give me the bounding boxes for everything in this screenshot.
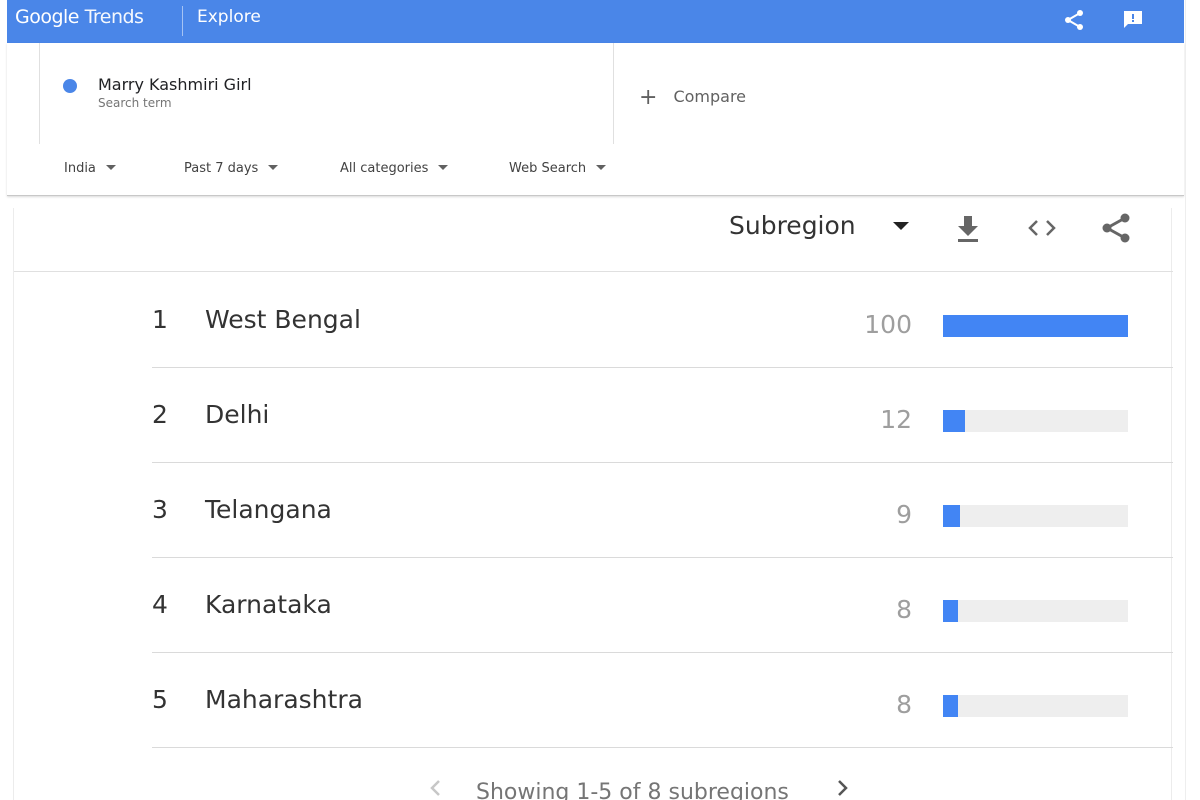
google-trends-logo[interactable]: Google Trends bbox=[15, 6, 144, 28]
time-filter-label: Past 7 days bbox=[184, 161, 259, 176]
compare-label: Compare bbox=[673, 87, 747, 106]
row-value: 12 bbox=[880, 405, 912, 434]
row-subregion-name[interactable]: Telangana bbox=[205, 495, 332, 524]
row-rank: 5 bbox=[152, 685, 168, 714]
pagination: Showing 1-5 of 8 subregions bbox=[14, 768, 1173, 800]
row-value: 100 bbox=[864, 310, 912, 339]
row-subregion-name[interactable]: Karnataka bbox=[205, 590, 332, 619]
time-filter[interactable]: Past 7 days bbox=[184, 161, 279, 176]
term-color-dot bbox=[63, 79, 77, 93]
row-value: 8 bbox=[896, 595, 912, 624]
chevron-right-icon[interactable] bbox=[830, 776, 854, 800]
logo-trends-text: Trends bbox=[84, 6, 144, 28]
share-icon[interactable] bbox=[1062, 8, 1086, 32]
resolution-dropdown[interactable]: Subregion bbox=[729, 211, 856, 240]
row-subregion-name[interactable]: Maharashtra bbox=[205, 685, 363, 714]
row-bar-track bbox=[943, 600, 1128, 622]
subregion-row[interactable]: 2 Delhi 12 bbox=[152, 368, 1173, 463]
row-bar-track bbox=[943, 315, 1128, 337]
feedback-icon[interactable] bbox=[1121, 8, 1145, 32]
row-bar-track bbox=[943, 695, 1128, 717]
row-value: 8 bbox=[896, 690, 912, 719]
search-panel: Marry Kashmiri Girl Search term + Compare… bbox=[7, 43, 1184, 196]
search-type-filter[interactable]: Web Search bbox=[509, 161, 607, 176]
caret-down-icon[interactable] bbox=[893, 222, 909, 230]
subregion-row[interactable]: 1 West Bengal 100 bbox=[152, 273, 1173, 368]
category-filter-label: All categories bbox=[340, 161, 429, 176]
search-term-text[interactable]: Marry Kashmiri Girl bbox=[98, 75, 252, 94]
caret-down-icon bbox=[438, 165, 449, 170]
card-header: Subregion bbox=[14, 208, 1173, 272]
search-type-filter-label: Web Search bbox=[509, 161, 587, 176]
top-app-bar: Google Trends Explore bbox=[7, 0, 1184, 43]
row-subregion-name[interactable]: West Bengal bbox=[205, 305, 361, 334]
row-bar-fill bbox=[943, 505, 960, 527]
caret-down-icon bbox=[105, 165, 116, 170]
subregion-row[interactable]: 4 Karnataka 8 bbox=[152, 558, 1173, 653]
filter-bar: India Past 7 days All categories Web Sea… bbox=[7, 161, 707, 181]
row-subregion-name[interactable]: Delhi bbox=[205, 400, 269, 429]
row-bar-fill bbox=[943, 315, 1128, 337]
row-rank: 2 bbox=[152, 400, 168, 429]
logo-google-text: Google bbox=[15, 6, 80, 28]
row-bar-track bbox=[943, 505, 1128, 527]
row-bar-fill bbox=[943, 410, 966, 432]
row-rank: 4 bbox=[152, 590, 168, 619]
location-filter-label: India bbox=[64, 161, 96, 176]
plus-icon: + bbox=[639, 85, 658, 110]
row-rank: 3 bbox=[152, 495, 168, 524]
pagination-text: Showing 1-5 of 8 subregions bbox=[476, 780, 789, 800]
subregion-row[interactable]: 3 Telangana 9 bbox=[152, 463, 1173, 558]
category-filter[interactable]: All categories bbox=[340, 161, 449, 176]
subregion-row[interactable]: 5 Maharashtra 8 bbox=[152, 653, 1173, 748]
caret-down-icon bbox=[268, 165, 279, 170]
page-edge-divider bbox=[1185, 0, 1186, 800]
explore-title[interactable]: Explore bbox=[197, 7, 261, 27]
row-bar-fill bbox=[943, 695, 958, 717]
compare-button[interactable]: + Compare bbox=[639, 83, 747, 110]
row-bar-track bbox=[943, 410, 1128, 432]
row-value: 9 bbox=[896, 500, 912, 529]
search-term-card[interactable]: Marry Kashmiri Girl Search term bbox=[39, 43, 614, 144]
interest-by-subregion-card: Subregion 1 West Bengal 100 2 Delhi 12 3… bbox=[13, 208, 1173, 800]
location-filter[interactable]: India bbox=[64, 161, 116, 176]
chevron-left-icon[interactable] bbox=[424, 776, 448, 800]
row-rank: 1 bbox=[152, 305, 168, 334]
share-icon[interactable] bbox=[1098, 210, 1134, 246]
row-bar-fill bbox=[943, 600, 958, 622]
caret-down-icon bbox=[596, 165, 607, 170]
search-term-sublabel: Search term bbox=[98, 96, 172, 110]
embed-icon[interactable] bbox=[1024, 210, 1060, 246]
appbar-divider bbox=[182, 6, 183, 36]
download-icon[interactable] bbox=[950, 210, 986, 246]
